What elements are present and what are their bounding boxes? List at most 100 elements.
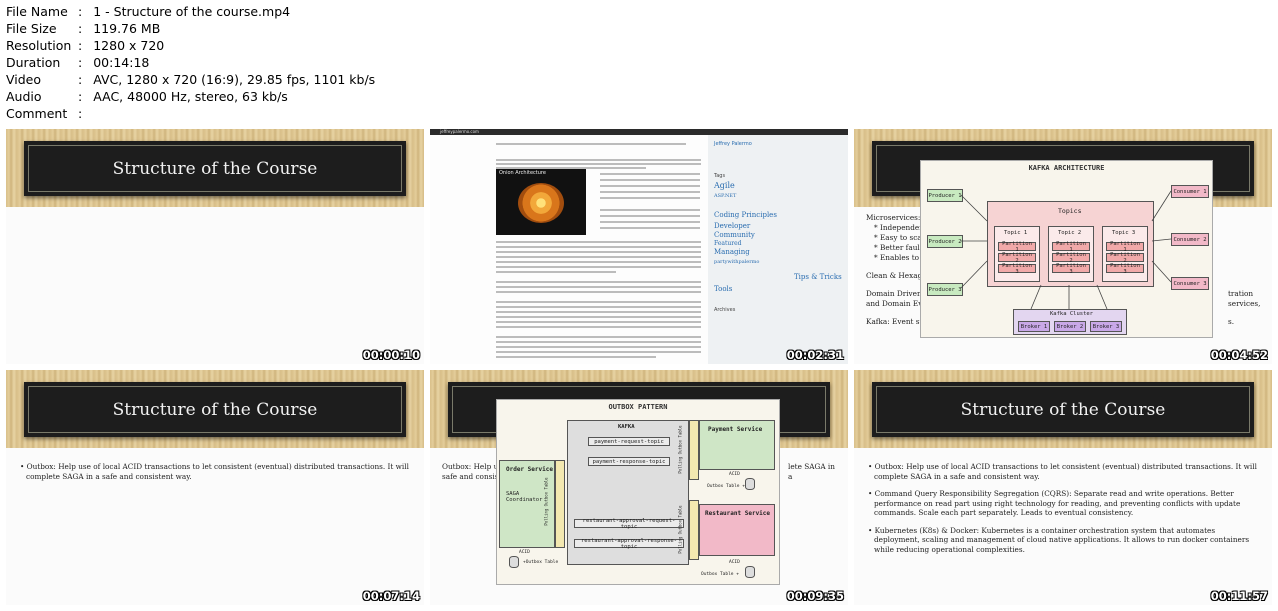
tag-link[interactable]: Community (714, 231, 755, 239)
meta-value: 1 - Structure of the course.mp4 (93, 4, 291, 19)
diagram-title: OUTBOX PATTERN (608, 403, 668, 411)
blog-sidebar: Jeffrey Palermo Tags Agile ASP.NET Codin… (708, 135, 848, 364)
outbox-table-label: +Outbox Table (523, 560, 559, 565)
bullet-line: lete SAGA in a (788, 462, 835, 481)
database-icon (745, 478, 755, 490)
text-line (496, 281, 701, 283)
meta-value: 119.76 MB (93, 21, 161, 36)
kafka-label: KAFKA (618, 424, 635, 430)
meta-key: Duration (6, 55, 61, 70)
topic-box: payment-request-topic (588, 437, 670, 446)
text-line (600, 185, 700, 187)
blog-page: jeffreypalermo.com Onion Architecture Je… (430, 129, 848, 364)
database-icon (745, 566, 755, 578)
bullet-line: Outbox: Help u (442, 462, 499, 471)
thumbnail-5[interactable]: Outbox: Help u safe and consist lete SAG… (430, 370, 848, 605)
text-line (496, 326, 701, 328)
text-line (600, 197, 700, 199)
bullet-line: Microservices: I (866, 213, 926, 222)
text-line (496, 321, 701, 323)
outbox-table-label: Outbox Table + (701, 572, 739, 577)
meta-value: AAC, 48000 Hz, stereo, 63 kb/s (93, 89, 288, 104)
polling-column-left: Polling Outbox Table (544, 460, 565, 548)
service-label: Order Service (506, 466, 553, 473)
thumbnail-6[interactable]: Structure of the Course • Outbox: Help u… (854, 370, 1272, 605)
bullet-text: Outbox: Help use of local ACID transacti… (874, 462, 1257, 481)
text-line (496, 306, 701, 308)
acid-label: ACID (519, 550, 530, 555)
meta-row-resolution: Resolution:1280 x 720 (6, 37, 375, 54)
thumbnail-3[interactable]: Microservices: I * Independent * Easy to… (854, 129, 1272, 364)
text-line (496, 291, 701, 293)
thumbnail-4[interactable]: Structure of the Course • Outbox: Help u… (6, 370, 424, 605)
kafka-diagram: KAFKA ARCHITECTURE Producer 1 Producer 2… (920, 160, 1213, 338)
polling-label: Polling Outbox Table (677, 505, 683, 554)
polling-column-right-top: Polling Outbox Table (678, 420, 699, 480)
text-line (600, 179, 700, 181)
bullet-line: Kafka: Event st (866, 317, 923, 326)
text-line (496, 246, 701, 248)
tag-link[interactable]: partywithpalermo (714, 259, 759, 265)
text-line (496, 241, 701, 243)
slide: Structure of the Course • Outbox: Help u… (6, 370, 424, 605)
bullet-line: and Domain Ev (866, 299, 923, 308)
bullet-outbox: • Outbox: Help use of local ACID transac… (20, 462, 409, 481)
text-line (496, 256, 701, 258)
text-line (600, 191, 700, 193)
text-line (496, 163, 701, 165)
slide-title: Structure of the Course (112, 158, 318, 179)
text-line (496, 351, 701, 353)
tag-link[interactable]: Developer (714, 222, 750, 230)
slide-title: Structure of the Course (112, 399, 318, 420)
slide: Microservices: I * Independent * Easy to… (854, 129, 1272, 364)
title-banner: Structure of the Course (872, 382, 1254, 437)
meta-value: 1280 x 720 (93, 38, 165, 53)
banner-frame: Structure of the Course (876, 386, 1250, 433)
bullet-line: tration services, (1228, 289, 1261, 308)
text-line (496, 346, 701, 348)
tag-link[interactable]: Managing (714, 248, 750, 256)
text-line (496, 311, 701, 313)
kafka-arrows (960, 190, 1172, 310)
tag-link[interactable]: Tips & Tricks (794, 273, 842, 281)
timestamp: 00:02:31 (786, 348, 844, 362)
text-line (496, 341, 701, 343)
topic-box: payment-response-topic (588, 457, 670, 466)
meta-row-video: Video: AVC, 1280 x 720 (16:9), 29.85 fps,… (6, 71, 375, 88)
meta-row-comment: Comment: (6, 105, 375, 122)
meta-row-audio: Audio: AAC, 48000 Hz, stereo, 63 kb/s (6, 88, 375, 105)
slide-bullets: • Outbox: Help use of local ACID transac… (866, 462, 1261, 562)
meta-value: 00:14:18 (93, 55, 150, 70)
thumbnail-2[interactable]: jeffreypalermo.com Onion Architecture Je… (430, 129, 848, 364)
outbox-table-label: Outbox Table + (707, 484, 745, 489)
bullet-line: s. (1228, 317, 1235, 326)
bullet-line: safe and consist (442, 472, 502, 481)
tag-link[interactable]: Featured (714, 240, 742, 247)
tag-link[interactable]: ASP.NET (714, 193, 736, 199)
text-line (496, 143, 686, 145)
tag-link[interactable]: Agile (714, 181, 735, 190)
bullet-cqrs: • Command Query Responsibility Segregati… (868, 489, 1241, 517)
thumbnail-1[interactable]: Structure of the Course 00:00:10 (6, 129, 424, 364)
banner-frame: Structure of the Course (28, 145, 402, 192)
meta-value: AVC, 1280 x 720 (16:9), 29.85 fps, 1101 … (93, 72, 376, 87)
figure-title: Onion Architecture (499, 170, 546, 176)
topic-box: restaurant-approval-request-topic (574, 518, 684, 530)
text-line (496, 261, 701, 263)
meta-row-duration: Duration:00:14:18 (6, 54, 375, 71)
bullet-line: * Enables to u (874, 253, 927, 262)
meta-row-file-name: File Name:1 - Structure of the course.mp… (6, 3, 375, 20)
meta-key: File Name (6, 4, 68, 19)
meta-key: Comment (6, 106, 68, 121)
timestamp: 00:09:35 (786, 589, 844, 603)
acid-label: ACID (729, 560, 740, 565)
title-banner: Structure of the Course (24, 382, 406, 437)
database-icon (509, 556, 519, 568)
tag-link[interactable]: Tools (714, 285, 732, 293)
tag-link[interactable]: Coding Principles (714, 211, 777, 219)
polling-column-right-bottom: Polling Outbox Table (678, 500, 699, 560)
topic-box: restaurant-approval-response-topic (574, 538, 684, 550)
text-line (496, 159, 701, 161)
bullet-line: Domain Driven (866, 289, 922, 298)
service-label: Payment Service (708, 426, 763, 433)
